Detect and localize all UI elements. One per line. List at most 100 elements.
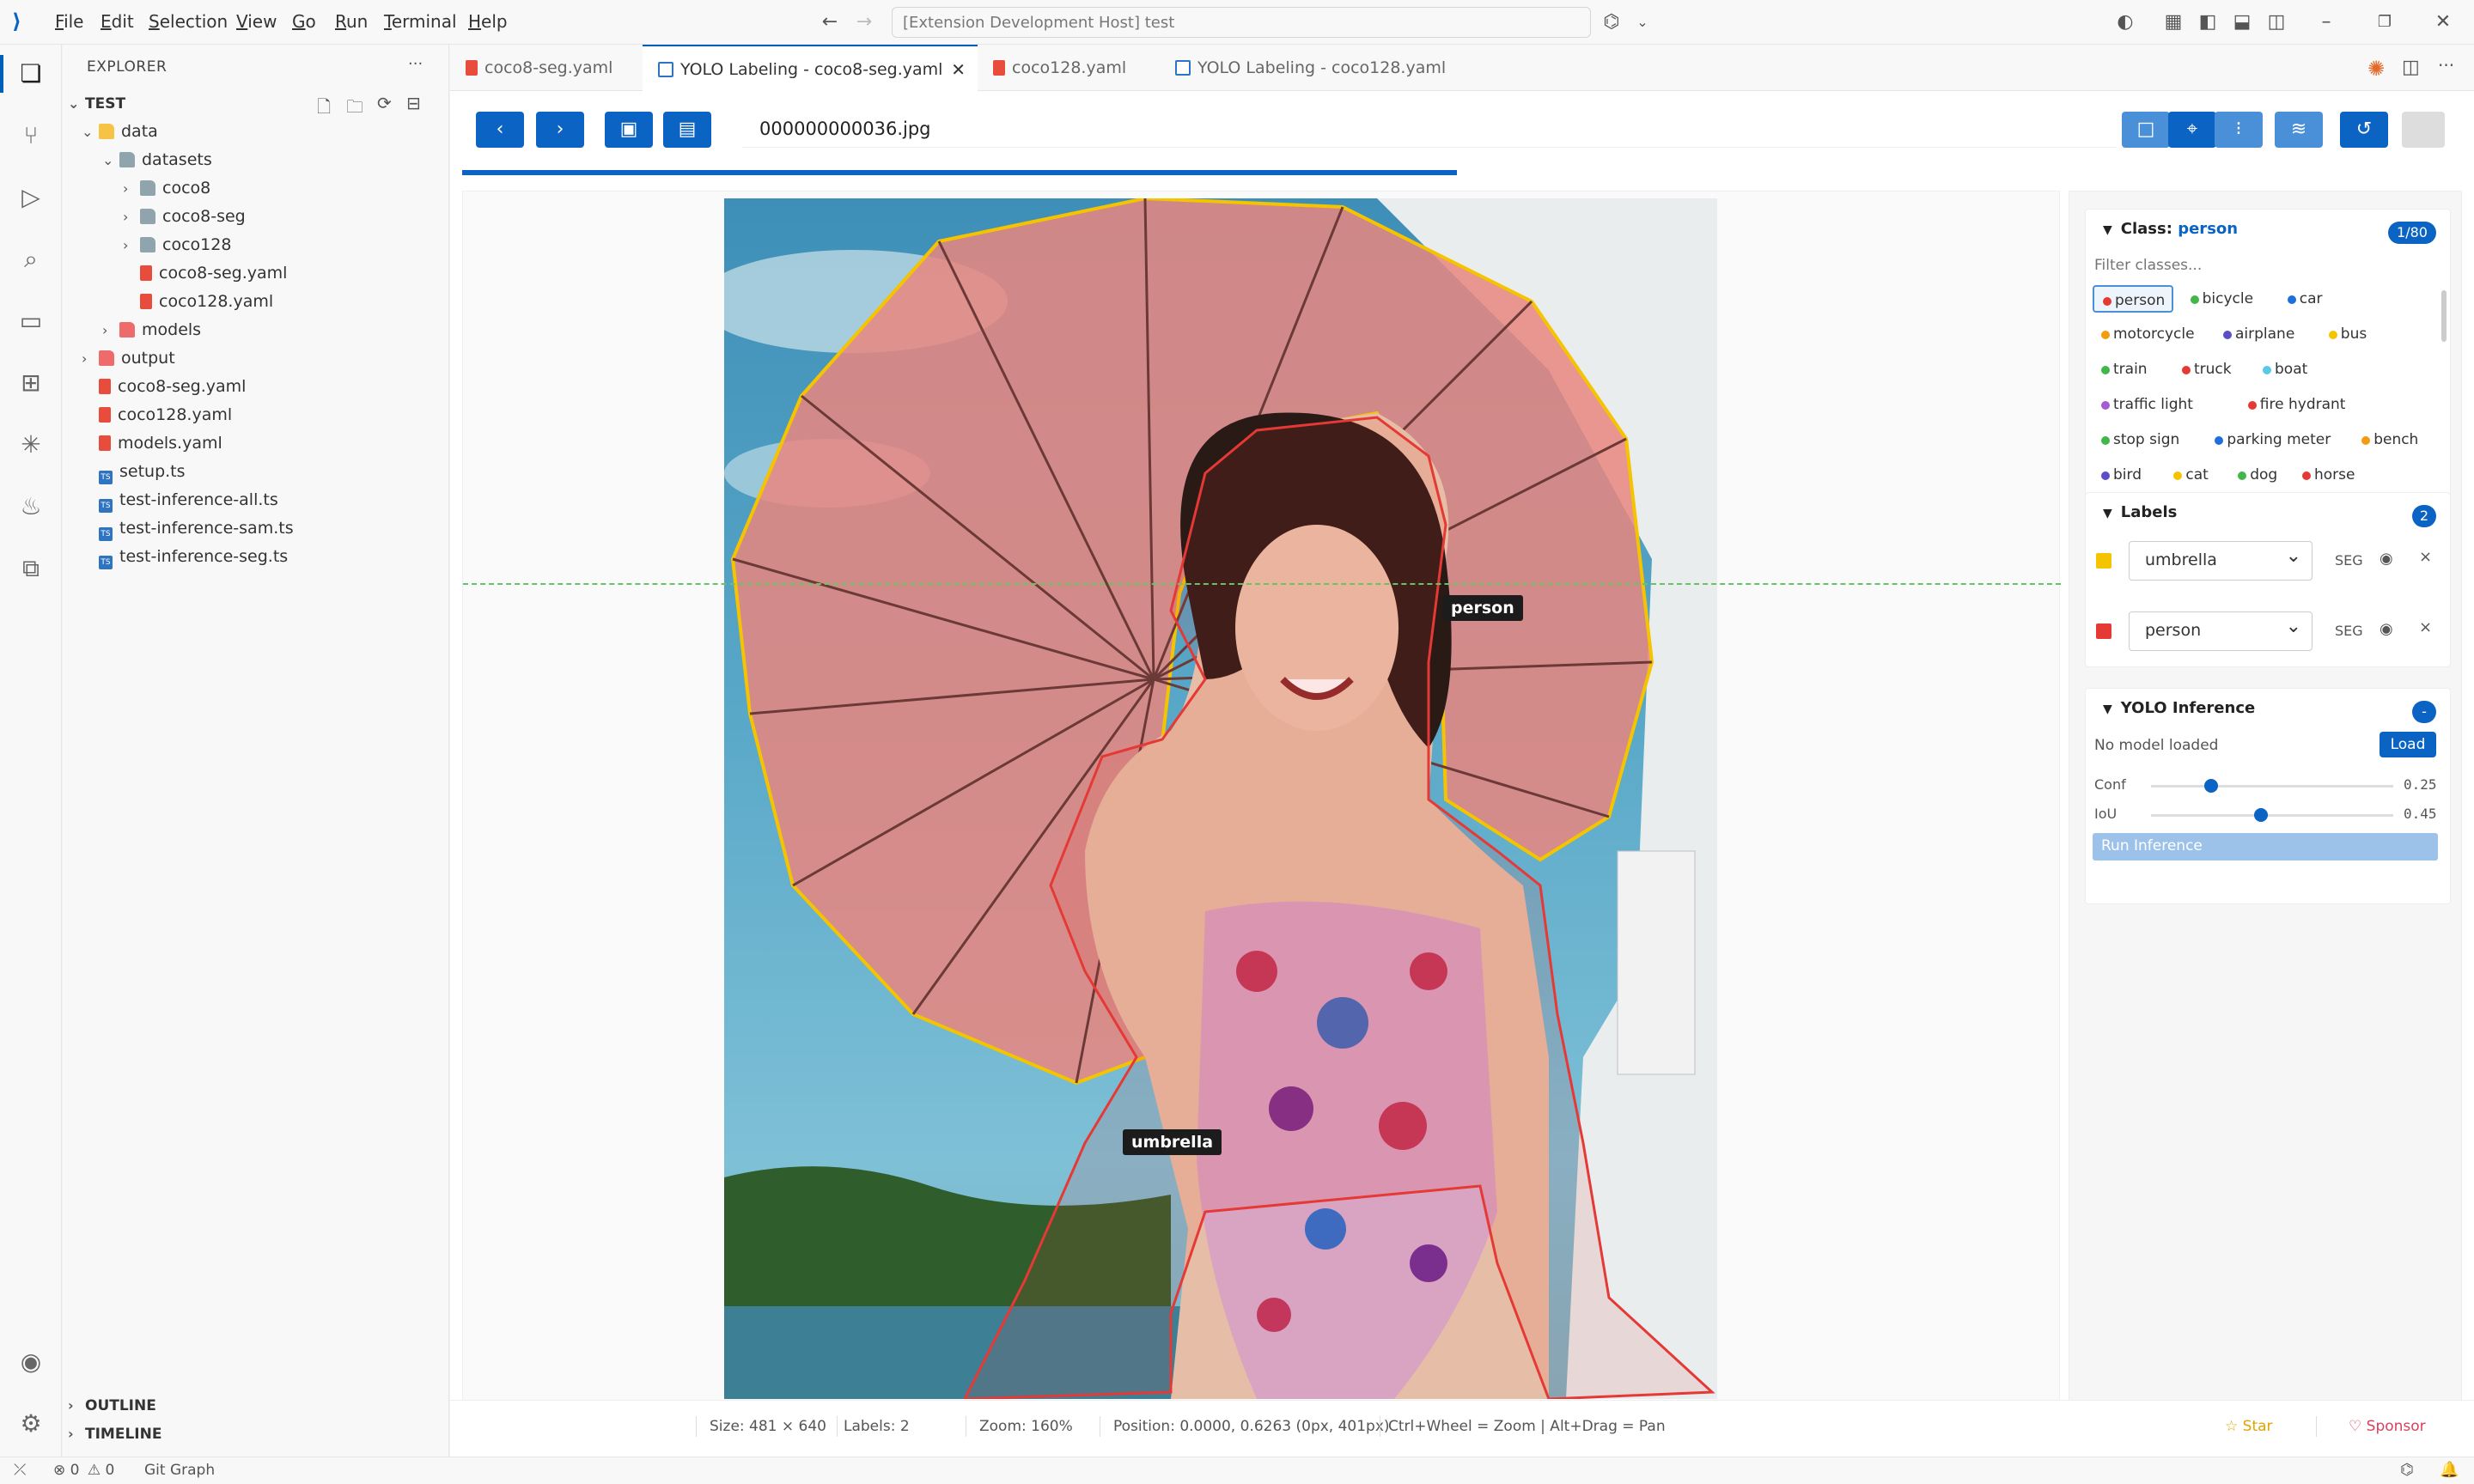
tab-yolo-labeling-coco128[interactable]: YOLO Labeling - coco128.yaml bbox=[1160, 45, 1503, 91]
close-icon[interactable]: ✕ bbox=[2431, 10, 2455, 34]
class-header[interactable]: ▼ Class: person bbox=[2103, 220, 2238, 238]
command-center[interactable]: [Extension Development Host] test bbox=[892, 7, 1591, 38]
source-control-icon[interactable]: ⑂ bbox=[12, 117, 50, 155]
class-filter-input[interactable] bbox=[2094, 249, 2438, 278]
tree-item[interactable]: TS test-inference-sam.ts bbox=[82, 514, 294, 543]
label-class-select[interactable]: umbrella bbox=[2129, 541, 2313, 581]
tree-item[interactable]: › coco128 bbox=[123, 231, 231, 259]
accounts-shield-icon[interactable]: ◐ bbox=[2113, 10, 2137, 34]
reset-button[interactable]: ↺ bbox=[2340, 112, 2388, 148]
class-chip[interactable]: motorcycle bbox=[2093, 320, 2202, 348]
label-class-select[interactable]: person bbox=[2129, 611, 2313, 651]
class-chip[interactable]: traffic light bbox=[2093, 391, 2200, 418]
prev-image-button[interactable]: ‹ bbox=[476, 112, 524, 148]
menu-file[interactable]: File bbox=[55, 11, 83, 32]
tree-item[interactable]: coco8-seg.yaml bbox=[82, 373, 246, 401]
class-chip[interactable]: cat bbox=[2165, 461, 2215, 489]
tab-close-icon[interactable]: ✕ bbox=[951, 46, 966, 93]
tree-item[interactable]: › output bbox=[82, 344, 175, 373]
tree-item[interactable]: coco128.yaml bbox=[82, 401, 232, 429]
split-editor-icon[interactable]: ◫ bbox=[2402, 57, 2420, 78]
layers-button[interactable]: ≋ bbox=[2275, 112, 2323, 148]
account-icon[interactable]: ◉ bbox=[12, 1343, 50, 1381]
tree-item[interactable]: › models bbox=[102, 316, 201, 344]
delete-label-icon[interactable]: × bbox=[2419, 618, 2432, 636]
class-chip[interactable]: stop sign bbox=[2093, 426, 2186, 453]
point-mode-button[interactable]: ⁝ bbox=[2215, 112, 2263, 148]
menu-help[interactable]: Help bbox=[468, 11, 508, 32]
run-debug-icon[interactable]: ▷ bbox=[12, 179, 50, 216]
class-chip[interactable]: boat bbox=[2254, 356, 2314, 383]
menu-selection[interactable]: Selection bbox=[149, 11, 228, 32]
save-button[interactable] bbox=[2402, 112, 2445, 148]
open-label-file-button[interactable]: ▤ bbox=[663, 112, 711, 148]
class-chip[interactable]: bicycle bbox=[2182, 285, 2260, 313]
copilot-status-icon[interactable]: ⌬ bbox=[2400, 1461, 2414, 1479]
next-image-button[interactable]: › bbox=[536, 112, 584, 148]
claude-code-icon[interactable]: ✺ bbox=[2367, 57, 2385, 81]
remote-icon[interactable]: ⤫ bbox=[14, 1461, 26, 1479]
class-chip[interactable]: car bbox=[2279, 285, 2330, 313]
tree-item[interactable]: coco8-seg.yaml bbox=[123, 259, 287, 288]
remote-explorer-icon[interactable]: ▭ bbox=[12, 302, 50, 340]
timeline-section[interactable]: › TIMELINE bbox=[68, 1420, 161, 1448]
outline-section[interactable]: › OUTLINE bbox=[68, 1391, 156, 1420]
toggle-secondary-sidebar-icon[interactable]: ◫ bbox=[2264, 10, 2288, 34]
image-photo[interactable] bbox=[724, 198, 1717, 1399]
class-chip[interactable]: horse bbox=[2294, 461, 2361, 489]
tree-item[interactable]: › coco8 bbox=[123, 174, 210, 203]
class-chip[interactable]: bench bbox=[2353, 426, 2425, 453]
iou-slider-thumb[interactable] bbox=[2254, 808, 2268, 822]
tab-coco8-seg-yaml[interactable]: coco8-seg.yaml bbox=[450, 45, 639, 91]
inference-header[interactable]: ▼ YOLO Inference bbox=[2103, 699, 2255, 717]
class-chip[interactable]: train bbox=[2093, 356, 2154, 383]
labeling-canvas[interactable]: person umbrella bbox=[462, 191, 2061, 1482]
notifications-bell-icon[interactable]: 🔔 bbox=[2440, 1461, 2459, 1479]
visibility-eye-icon[interactable]: ◉ bbox=[2380, 550, 2393, 568]
menu-edit[interactable]: Edit bbox=[101, 11, 134, 32]
extensions-icon[interactable]: ⊞ bbox=[12, 364, 50, 402]
iou-slider-track[interactable] bbox=[2151, 814, 2393, 817]
star-link[interactable]: ☆ Star bbox=[2225, 1418, 2273, 1435]
back-arrow-icon[interactable]: ← bbox=[818, 10, 842, 34]
class-chip[interactable]: truck bbox=[2173, 356, 2239, 383]
conf-slider-thumb[interactable] bbox=[2204, 779, 2218, 793]
tab-yolo-labeling-coco8-seg[interactable]: YOLO Labeling - coco8-seg.yaml ✕ bbox=[643, 45, 978, 91]
hierarchy-icon[interactable]: ⧉ bbox=[12, 550, 50, 587]
minimize-icon[interactable]: – bbox=[2314, 10, 2338, 34]
class-list-scrollbar[interactable] bbox=[2441, 290, 2447, 342]
run-inference-button[interactable]: Run Inference bbox=[2093, 833, 2438, 861]
delete-label-icon[interactable]: × bbox=[2419, 548, 2432, 566]
load-model-button[interactable]: Load bbox=[2380, 732, 2436, 757]
chevron-down-icon[interactable]: ⌄ bbox=[1630, 10, 1654, 34]
editor-more-icon[interactable]: ··· bbox=[2438, 55, 2454, 76]
tree-item[interactable]: › coco8-seg bbox=[123, 203, 246, 231]
tree-item[interactable]: coco128.yaml bbox=[123, 288, 273, 316]
collapse-all-icon[interactable]: ⊟ bbox=[406, 93, 421, 113]
customize-layout-icon[interactable]: ▦ bbox=[2161, 10, 2185, 34]
new-folder-icon[interactable]: 🗀 bbox=[346, 94, 363, 124]
git-graph-button[interactable]: Git Graph bbox=[144, 1462, 215, 1479]
class-chip[interactable]: bus bbox=[2320, 320, 2373, 348]
search-icon[interactable]: ⌕ bbox=[12, 240, 50, 278]
menu-go[interactable]: Go bbox=[292, 11, 316, 32]
conf-slider-track[interactable] bbox=[2151, 785, 2393, 788]
open-image-button[interactable]: ▣ bbox=[605, 112, 653, 148]
tree-item[interactable]: ⌄ data bbox=[82, 118, 158, 146]
polygon-mode-button[interactable]: ⌖ bbox=[2168, 112, 2216, 148]
tab-coco128-yaml[interactable]: coco128.yaml bbox=[978, 45, 1158, 91]
tree-item[interactable]: TS test-inference-all.ts bbox=[82, 486, 278, 514]
explorer-icon[interactable]: ❏ bbox=[0, 55, 50, 93]
class-chip[interactable]: dog bbox=[2229, 461, 2284, 489]
tree-item[interactable]: ⌄ datasets bbox=[102, 146, 212, 174]
menu-run[interactable]: Run bbox=[335, 11, 368, 32]
tree-item[interactable]: models.yaml bbox=[82, 429, 222, 458]
class-chip[interactable]: parking meter bbox=[2206, 426, 2337, 453]
toggle-panel-icon[interactable]: ⬓ bbox=[2230, 10, 2254, 34]
settings-gear-icon[interactable]: ⚙ bbox=[12, 1405, 50, 1443]
visibility-eye-icon[interactable]: ◉ bbox=[2380, 620, 2393, 638]
restore-icon[interactable]: ❐ bbox=[2373, 10, 2397, 34]
forward-arrow-icon[interactable]: → bbox=[852, 10, 876, 34]
menu-view[interactable]: View bbox=[236, 11, 277, 32]
labels-header[interactable]: ▼ Labels bbox=[2103, 503, 2177, 521]
